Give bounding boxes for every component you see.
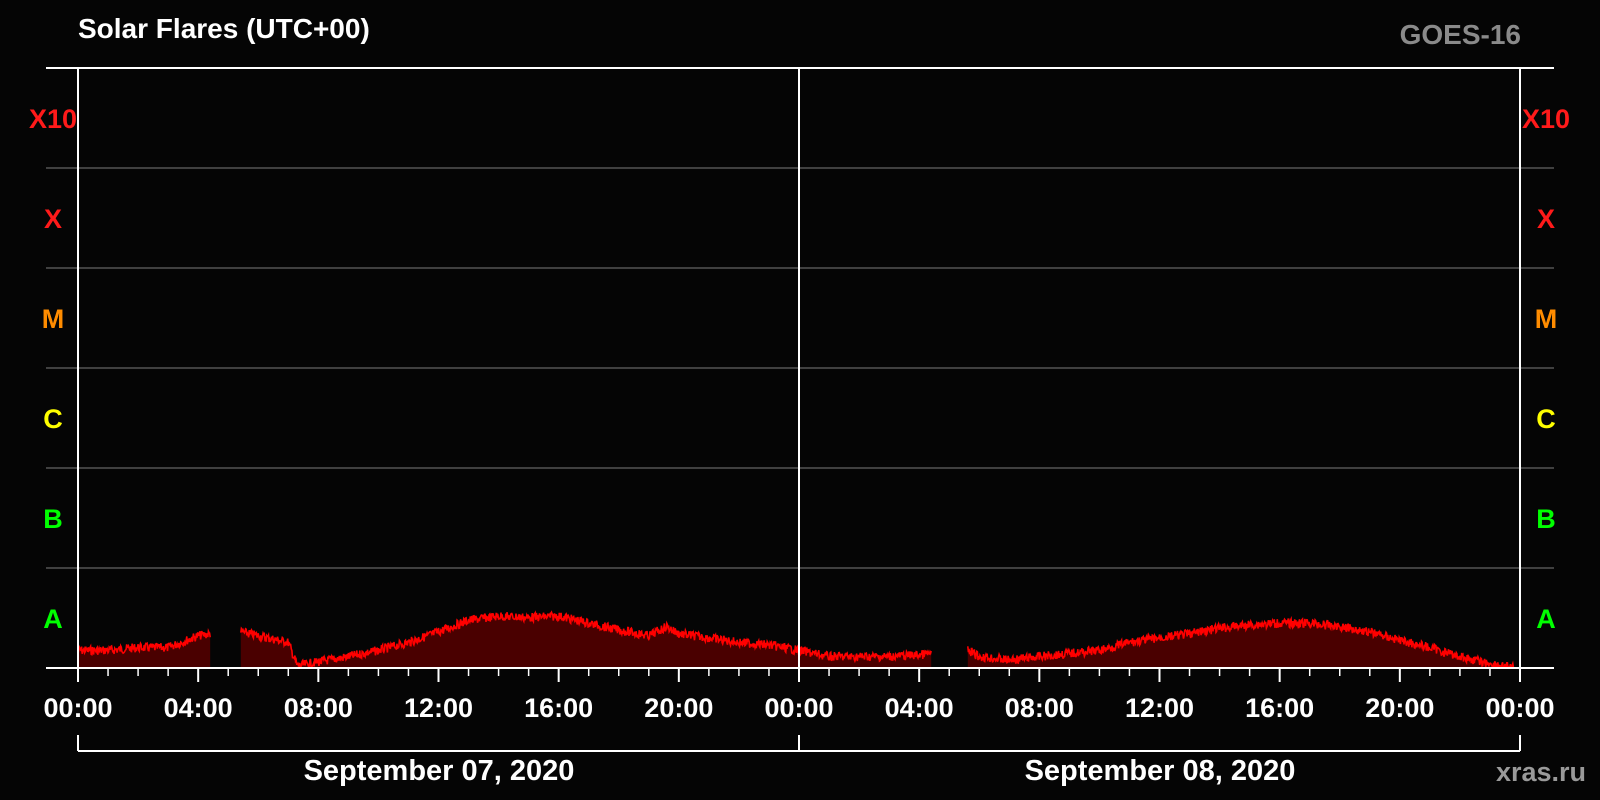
x-tick-label: 00:00: [43, 693, 112, 723]
x-tick-label: 00:00: [764, 693, 833, 723]
date-label-day1: September 07, 2020: [304, 755, 575, 787]
class-label-a-left: A: [43, 604, 63, 634]
solar-flares-chart: Solar Flares (UTC+00) GOES-16 xras.ru A A…: [0, 0, 1600, 800]
x-tick-label: 12:00: [404, 693, 473, 723]
class-label-x-right: X: [1537, 204, 1555, 234]
class-label-a-right: A: [1536, 604, 1556, 634]
x-tick-label: 04:00: [885, 693, 954, 723]
x-tick-label: 04:00: [164, 693, 233, 723]
class-label-x10-left: X10: [29, 104, 77, 134]
x-tick-label: 20:00: [1365, 693, 1434, 723]
watermark: xras.ru: [1496, 757, 1586, 787]
x-tick-label: 20:00: [644, 693, 713, 723]
satellite-label: GOES-16: [1400, 19, 1521, 50]
class-label-c-right: C: [1536, 404, 1556, 434]
class-label-c-left: C: [43, 404, 63, 434]
class-label-x10-right: X10: [1522, 104, 1570, 134]
class-label-b-left: B: [43, 504, 63, 534]
x-tick-label: 16:00: [1245, 693, 1314, 723]
class-label-x-left: X: [44, 204, 62, 234]
x-tick-label: 16:00: [524, 693, 593, 723]
class-label-b-right: B: [1536, 504, 1556, 534]
x-tick-label: 08:00: [1005, 693, 1074, 723]
chart-title: Solar Flares (UTC+00): [78, 13, 370, 44]
x-tick-label: 08:00: [284, 693, 353, 723]
class-label-m-right: M: [1535, 304, 1558, 334]
class-label-m-left: M: [42, 304, 65, 334]
x-tick-label: 00:00: [1485, 693, 1554, 723]
date-label-day2: September 08, 2020: [1025, 755, 1296, 787]
x-tick-label: 12:00: [1125, 693, 1194, 723]
